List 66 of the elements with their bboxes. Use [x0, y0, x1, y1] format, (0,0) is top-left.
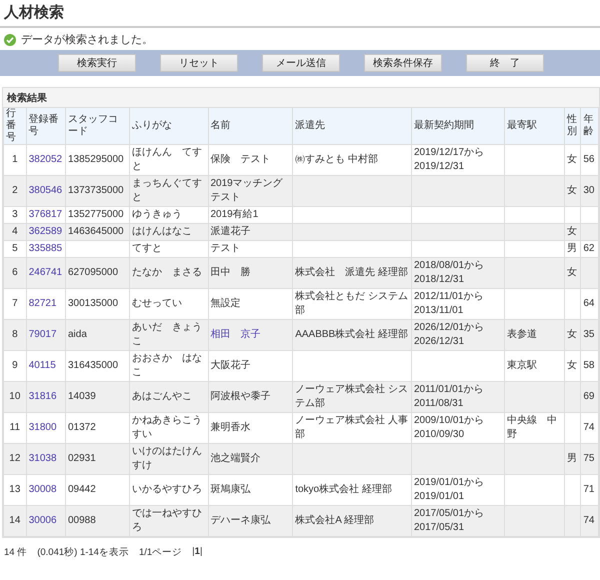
table-cell: 2011/01/01から 2011/08/31	[411, 382, 504, 412]
action-button[interactable]: 終 了	[466, 54, 544, 72]
table-cell: 表参道	[504, 320, 564, 350]
table-cell: 69	[580, 382, 598, 412]
column-header: 性別	[564, 108, 581, 144]
column-header: ふりがな	[130, 108, 208, 144]
table-cell: まっちんぐてすと	[130, 176, 208, 206]
table-cell: 10	[4, 382, 26, 412]
table-cell: 1463645000	[65, 224, 130, 240]
table-cell: 2026/12/01から 2026/12/31	[411, 320, 504, 350]
table-cell: 派遣花子	[208, 224, 293, 240]
table-cell: 12	[4, 444, 26, 474]
table-cell: 2017/05/01から 2017/05/31	[411, 506, 504, 536]
page-title: 人材検索	[0, 0, 600, 28]
table-cell: 女	[564, 320, 581, 350]
table-cell: 阿波根や黍子	[208, 382, 293, 412]
table-cell: たなか まさる	[130, 258, 208, 288]
table-cell: 2019マッチングテスト	[208, 176, 293, 206]
table-cell: 8	[4, 320, 26, 350]
table-cell: 00988	[65, 506, 130, 536]
table-cell: いけのはたけんすけ	[130, 444, 208, 474]
table-cell: あはごんやこ	[130, 382, 208, 412]
action-button[interactable]: 検索実行	[58, 54, 136, 72]
table-cell: AAABBB株式会社 経理部	[292, 320, 412, 350]
table-cell: 男	[564, 444, 581, 474]
table-cell: 627095000	[65, 258, 130, 288]
table-cell: デハーネ康弘	[208, 506, 293, 536]
table-cell: aida	[65, 320, 130, 350]
action-button[interactable]: 検索条件保存	[364, 54, 442, 72]
table-cell: はけんはなこ	[130, 224, 208, 240]
column-header: 最新契約期間	[411, 108, 504, 144]
section-heading: 検索結果	[6, 92, 48, 106]
column-header: 年齢	[580, 108, 598, 144]
column-header: 派遣先	[292, 108, 412, 144]
column-header: 行番号	[4, 108, 26, 144]
table-cell: 02931	[65, 444, 130, 474]
table-cell: 4	[4, 224, 26, 240]
column-header: スタッフコード	[65, 108, 130, 144]
table-cell: 株式会社A 経理部	[292, 506, 412, 536]
table-cell: 6	[4, 258, 26, 288]
table-cell: 35	[580, 320, 598, 350]
table-cell: 74	[580, 506, 598, 536]
table-cell: 1373735000	[65, 176, 130, 206]
result-summary: 14 件 (0.041秒) 1-14を表示 1/1ページ	[4, 546, 182, 559]
column-header: 最寄駅	[504, 108, 564, 144]
table-cell: 75	[580, 444, 598, 474]
table-cell: 株式会社 派遣先 経理部	[292, 258, 412, 288]
table-cell: 池之端賢介	[208, 444, 293, 474]
column-header: 名前	[208, 108, 293, 144]
column-header: 登録番号	[26, 108, 66, 144]
table-cell: 14	[4, 506, 26, 536]
pagination: |1|	[192, 546, 202, 559]
table-cell: では一ねやすひろ	[130, 506, 208, 536]
table-cell: あいだ きょうこ	[130, 320, 208, 350]
table-cell: 2	[4, 176, 26, 206]
table-cell: 女	[564, 176, 581, 206]
action-button[interactable]: メール送信	[262, 54, 340, 72]
table-cell: 田中 勝	[208, 258, 293, 288]
check-icon	[4, 34, 16, 46]
table-cell: 女	[564, 258, 581, 288]
table-cell: ノーウェア株式会社 システム部	[292, 382, 412, 412]
status-message: データが検索されました。	[21, 32, 153, 47]
action-button[interactable]: リセット	[160, 54, 238, 72]
table-cell: 30	[580, 176, 598, 206]
table-cell: 14039	[65, 382, 130, 412]
table-cell: 2018/08/01から 2018/12/31	[411, 258, 504, 288]
